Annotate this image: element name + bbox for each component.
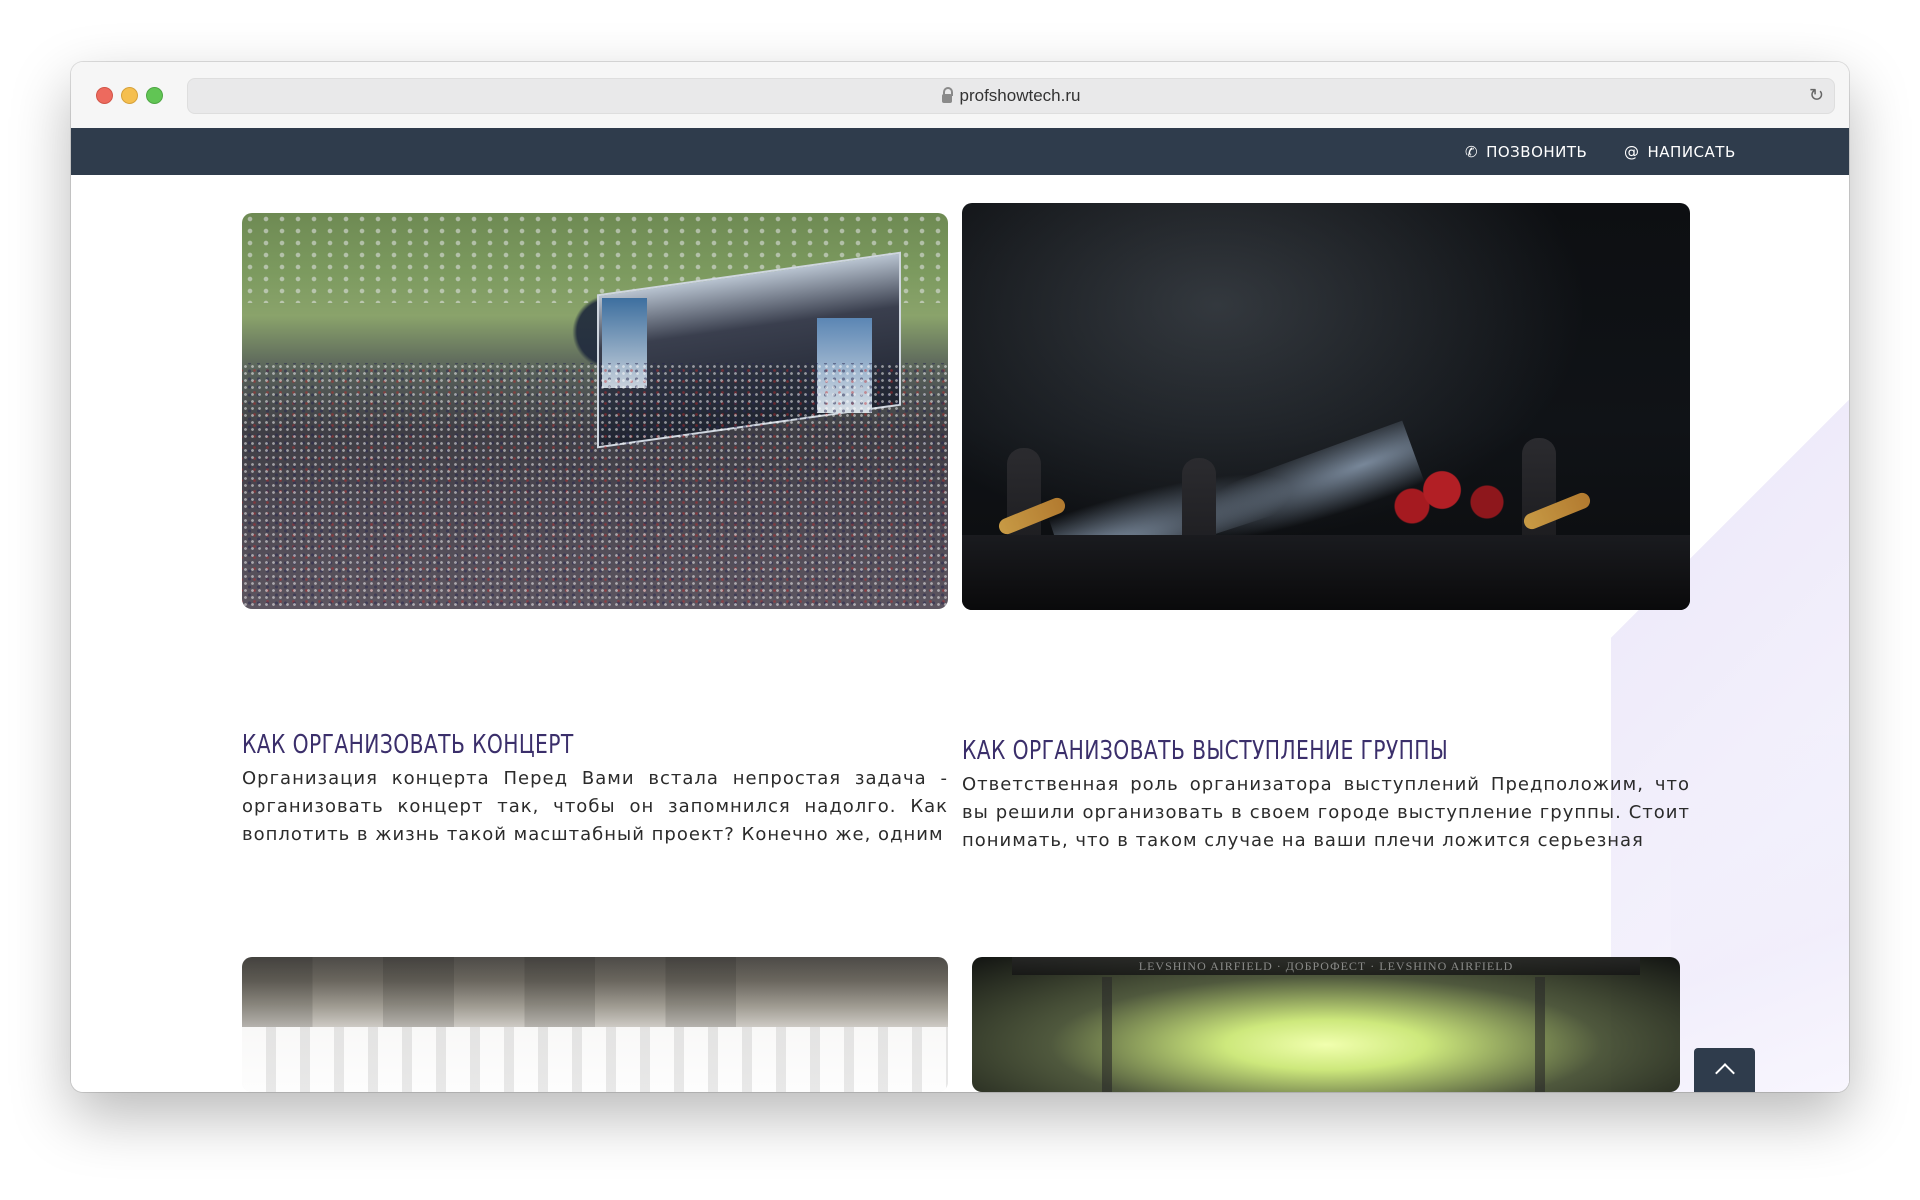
drum-kit — [1382, 458, 1532, 538]
truss-column-left — [1102, 977, 1112, 1092]
phone-icon: ✆ — [1465, 142, 1479, 161]
at-sign-icon: @ — [1624, 142, 1640, 161]
address-bar-content: profshowtech.ru — [188, 79, 1834, 113]
write-link[interactable]: @ НАПИСАТЬ — [1624, 128, 1736, 175]
banquet-tables — [242, 1027, 948, 1092]
back-to-top-button[interactable] — [1694, 1048, 1755, 1092]
truss-column-right — [1535, 977, 1545, 1092]
write-label: НАПИСАТЬ — [1647, 142, 1736, 161]
band-performance-photo[interactable] — [962, 203, 1690, 610]
minimize-window-button[interactable] — [121, 87, 138, 104]
article-title-concert[interactable]: КАК ОРГАНИЗОВАТЬ КОНЦЕРТ — [242, 730, 574, 760]
site-top-bar: ✆ ПОЗВОНИТЬ @ НАПИСАТЬ — [71, 128, 1849, 175]
concert-photo[interactable] — [242, 213, 948, 609]
call-label: ПОЗВОНИТЬ — [1486, 142, 1588, 161]
background-decoration-lower — [1671, 735, 1849, 1092]
article-excerpt-concert: Организация концерта Перед Вами встала н… — [242, 768, 948, 845]
screen: profshowtech.ru ↻ ✆ ПОЗВОНИТЬ @ НАПИСАТЬ — [0, 0, 1920, 1200]
festival-stage-photo[interactable]: LEVSHINO AIRFIELD · ДОБРОФЕСТ · LEVSHINO… — [972, 957, 1680, 1092]
call-link[interactable]: ✆ ПОЗВОНИТЬ — [1465, 128, 1587, 175]
zoom-window-button[interactable] — [146, 87, 163, 104]
article-title-band[interactable]: КАК ОРГАНИЗОВАТЬ ВЫСТУПЛЕНИЕ ГРУППЫ — [962, 736, 1448, 766]
banquet-photo[interactable] — [242, 957, 948, 1092]
article-excerpt-band: Ответственная роль организатора выступле… — [962, 774, 1690, 851]
close-window-button[interactable] — [96, 87, 113, 104]
crowd — [242, 363, 948, 609]
page-content: КАК ОРГАНИЗОВАТЬ КОНЦЕРТ Организация кон… — [71, 175, 1849, 1092]
truss-banner-text: LEVSHINO AIRFIELD · ДОБРОФЕСТ · LEVSHINO… — [1138, 959, 1514, 973]
browser-titlebar: profshowtech.ru ↻ — [71, 62, 1849, 129]
stage-floor — [962, 535, 1690, 610]
url-text: profshowtech.ru — [959, 86, 1081, 105]
banquet-windows — [242, 957, 948, 1027]
browser-window: profshowtech.ru ↻ ✆ ПОЗВОНИТЬ @ НАПИСАТЬ — [71, 62, 1849, 1092]
address-bar[interactable]: profshowtech.ru ↻ — [187, 78, 1835, 114]
chevron-up-icon — [1714, 1063, 1735, 1083]
reload-icon[interactable]: ↻ — [1809, 85, 1824, 106]
stage-truss: LEVSHINO AIRFIELD · ДОБРОФЕСТ · LEVSHINO… — [1012, 957, 1640, 975]
lock-icon — [941, 86, 953, 103]
